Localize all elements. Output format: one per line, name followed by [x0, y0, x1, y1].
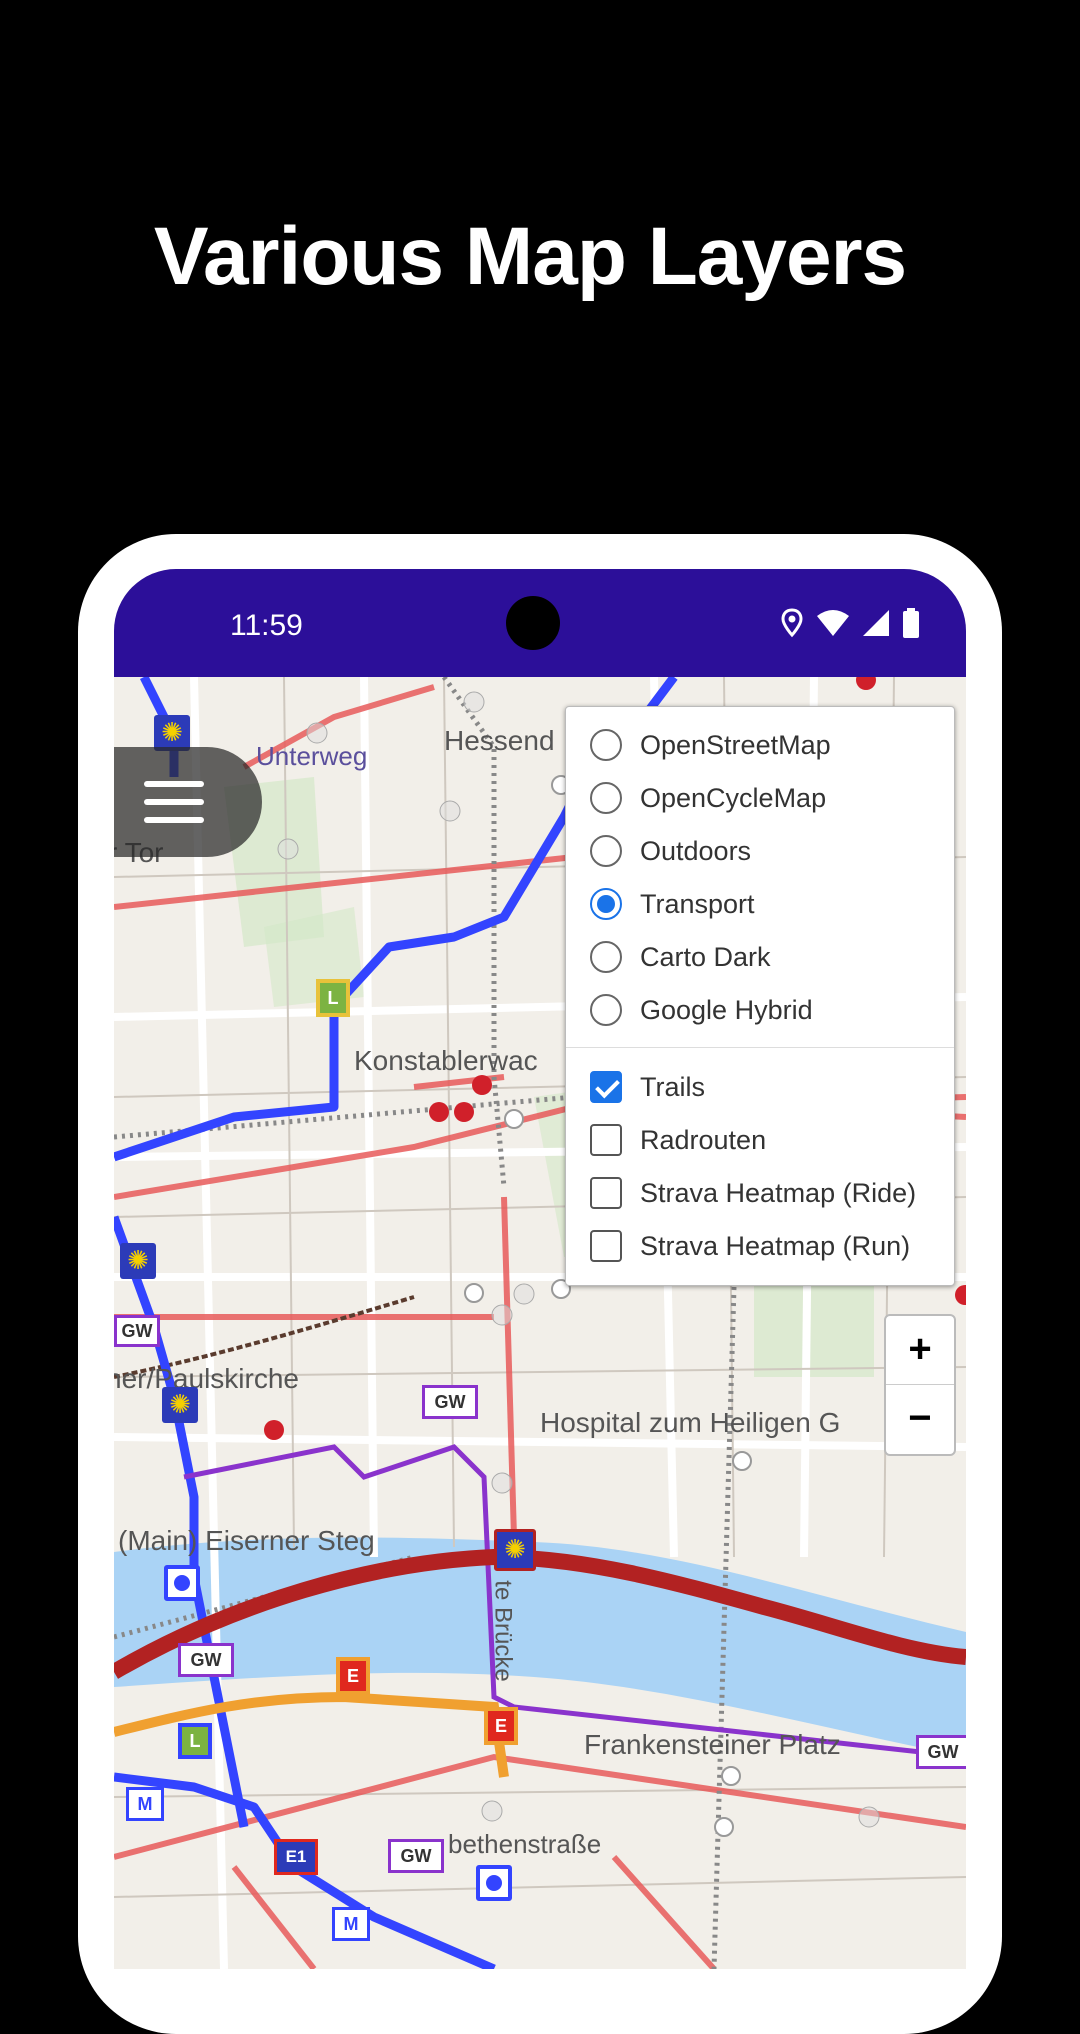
wifi-icon	[817, 610, 849, 636]
scallop-shell-icon: ✺	[120, 1243, 156, 1279]
overlay-option-strava-ride[interactable]: Strava Heatmap (Ride)	[590, 1173, 916, 1213]
layer-option-outdoors[interactable]: Outdoors	[590, 831, 751, 871]
map-label-hospital: Hospital zum Heiligen G	[540, 1407, 841, 1438]
route-badge-m: M	[332, 1907, 370, 1941]
map-label-frankensteiner: Frankensteiner Platz	[584, 1729, 841, 1760]
checkbox[interactable]	[590, 1230, 622, 1262]
map-label-eiserner: (Main) Eiserner Steg	[118, 1525, 375, 1556]
headline: Various Map Layers	[153, 211, 907, 302]
overlay-label: Strava Heatmap (Run)	[640, 1230, 911, 1261]
layer-option-transport[interactable]: Transport	[590, 884, 755, 924]
route-badge-gw: GW	[114, 1315, 160, 1347]
radio-button-selected[interactable]	[590, 888, 622, 920]
layer-option-carto-dark[interactable]: Carto Dark	[590, 937, 771, 977]
status-time: 11:59	[230, 609, 303, 642]
route-badge-gw: GW	[916, 1735, 966, 1769]
map-label-konstablerwac: Konstablerwac	[354, 1045, 538, 1076]
overlay-option-radrouten[interactable]: Radrouten	[590, 1120, 766, 1160]
route-badge-gw: GW	[422, 1385, 478, 1419]
radio-button[interactable]	[590, 782, 622, 814]
route-badge-l: L	[316, 979, 350, 1017]
route-badge-m: M	[126, 1787, 164, 1821]
layer-option-opencyclemap[interactable]: OpenCycleMap	[590, 778, 826, 818]
map-label-paulskirche: ner/Paulskirche	[114, 1363, 299, 1394]
battery-icon	[903, 608, 919, 638]
location-icon	[781, 608, 803, 638]
checkbox[interactable]	[590, 1177, 622, 1209]
zoom-out-button[interactable]: −	[886, 1385, 954, 1453]
layer-switcher: OpenStreetMap OpenCycleMap Outdoors Tran…	[565, 706, 955, 1286]
route-badge-l: L	[178, 1723, 212, 1759]
layer-separator	[566, 1047, 954, 1048]
layer-label: OpenCycleMap	[640, 782, 827, 813]
layer-label: Outdoors	[640, 835, 752, 866]
route-badge-gw: GW	[388, 1839, 444, 1873]
route-badge-e1: E1	[274, 1839, 318, 1875]
hamburger-icon	[144, 817, 204, 823]
overlay-label: Strava Heatmap (Ride)	[640, 1177, 917, 1208]
zoom-control: + −	[884, 1314, 956, 1456]
status-icons	[780, 607, 920, 639]
menu-button[interactable]	[114, 747, 262, 857]
radio-button[interactable]	[590, 729, 622, 761]
camera-cutout	[506, 596, 560, 650]
scallop-shell-icon: ✺	[494, 1529, 536, 1571]
route-badge-e: E	[336, 1657, 370, 1695]
checkbox-checked[interactable]	[590, 1071, 622, 1103]
overlay-option-strava-run[interactable]: Strava Heatmap (Run)	[590, 1226, 910, 1266]
route-badge-gw: GW	[178, 1643, 234, 1677]
layer-label: OpenStreetMap	[640, 729, 831, 760]
radio-button[interactable]	[590, 835, 622, 867]
zoom-in-button[interactable]: +	[886, 1316, 954, 1385]
layer-label: Transport	[640, 888, 755, 919]
phone-screen: 11:59 Unterweg Hessend Konstablerwac ner…	[114, 569, 966, 1969]
overlay-label: Trails	[640, 1071, 705, 1102]
overlay-option-trails[interactable]: Trails	[590, 1067, 705, 1107]
status-bar: 11:59	[114, 569, 966, 677]
metro-station-icon	[476, 1865, 512, 1901]
metro-station-icon	[164, 1565, 200, 1601]
layer-option-google-hybrid[interactable]: Google Hybrid	[590, 990, 813, 1030]
overlay-label: Radrouten	[640, 1124, 767, 1155]
layer-option-openstreetmap[interactable]: OpenStreetMap	[590, 725, 831, 765]
map-label-bethenstrasse: bethenstraße	[448, 1829, 602, 1859]
layer-label: Carto Dark	[640, 941, 771, 972]
layer-label: Google Hybrid	[640, 994, 813, 1025]
checkbox[interactable]	[590, 1124, 622, 1156]
map-label-hessend: Hessend	[444, 725, 555, 756]
map-label-bruecke: te Brücke	[489, 1580, 517, 1682]
scallop-shell-icon: ✺	[162, 1387, 198, 1423]
route-badge-e: E	[484, 1707, 518, 1745]
radio-button[interactable]	[590, 994, 622, 1026]
hamburger-icon	[144, 781, 204, 787]
map-label-unterweg: Unterweg	[256, 741, 368, 771]
radio-button[interactable]	[590, 941, 622, 973]
hamburger-icon	[144, 799, 204, 805]
scallop-shell-icon: ✺	[154, 715, 190, 751]
signal-icon	[863, 610, 889, 636]
